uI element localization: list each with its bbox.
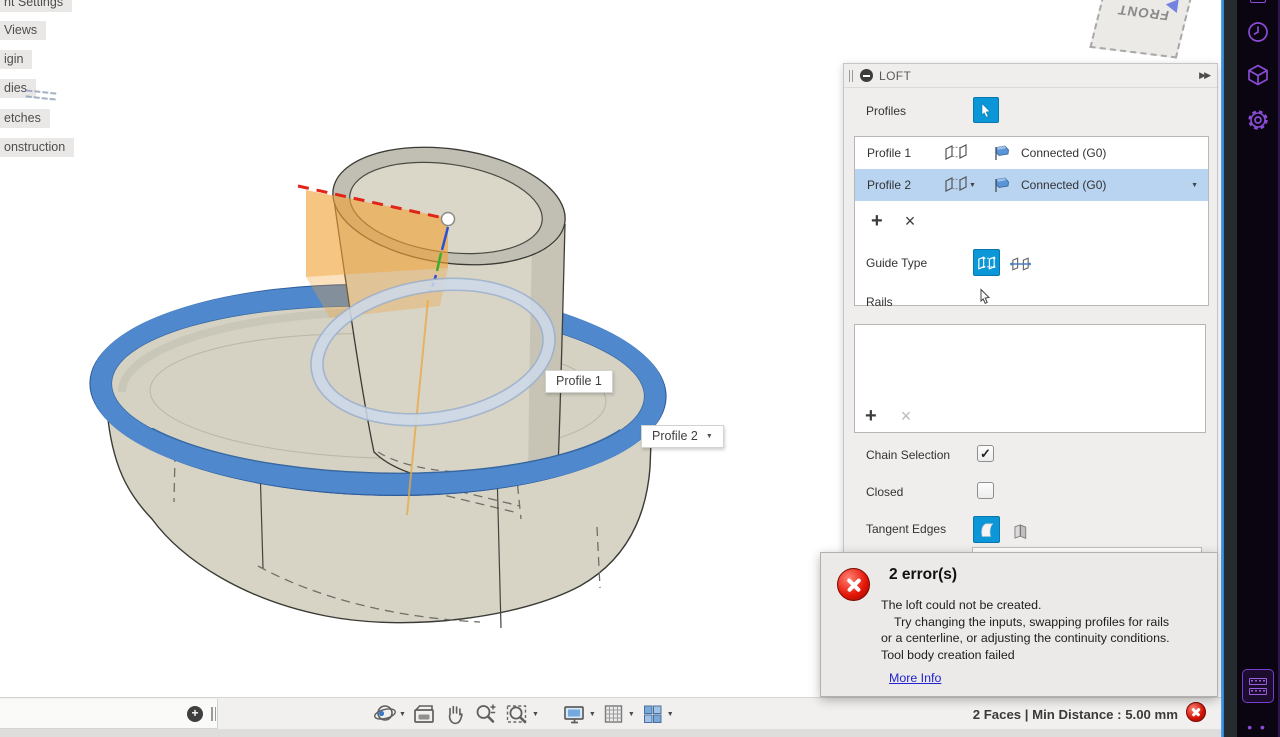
check-icon: ✓ xyxy=(980,445,991,461)
clock-icon[interactable] xyxy=(1246,20,1270,44)
gear-icon[interactable] xyxy=(1245,107,1271,133)
chevron-down-icon[interactable]: ▼ xyxy=(1191,182,1198,189)
side-panel: • • • xyxy=(1237,0,1280,737)
timeline-grip-icon[interactable] xyxy=(211,707,216,721)
viewports-icon xyxy=(643,705,662,723)
tree-item-origin[interactable]: igin xyxy=(0,50,33,69)
viewport[interactable]: nt Settings Views igin dies etches onstr… xyxy=(0,0,1222,737)
profile1-continuity[interactable]: Connected (G0) xyxy=(1021,146,1106,160)
chevron-down-icon[interactable]: ▼ xyxy=(969,182,993,189)
terminal-icon[interactable] xyxy=(1241,669,1274,703)
cropped-panel-icon[interactable] xyxy=(1249,0,1266,3)
profile1-row[interactable]: Profile 1 ▼ Connected (G0) ▼ xyxy=(855,137,1208,169)
chevron-down-icon[interactable]: ▼ xyxy=(628,711,635,718)
continuity-flag-icon xyxy=(995,145,1009,160)
tangent-edges-unmerged-button[interactable] xyxy=(1008,519,1033,543)
error-title: 2 error(s) xyxy=(889,566,958,583)
remove-profile-button[interactable]: × xyxy=(905,212,916,230)
grid-icon xyxy=(604,705,623,723)
bottom-bar: + ▼ ▼ ▼ ▼ ▼ 2 Faces | Min Distance: 5.0… xyxy=(0,697,1222,737)
error-icon xyxy=(837,568,870,601)
viewports-button[interactable]: ▼ xyxy=(640,701,674,727)
error-popup: 2 error(s) The loft could not be created… xyxy=(820,552,1218,697)
loft-section-icon xyxy=(945,176,967,192)
profile1-tag[interactable]: Profile 1 xyxy=(545,370,613,393)
display-settings-button[interactable]: ▼ xyxy=(561,701,596,727)
rails-list[interactable]: + × xyxy=(854,324,1206,433)
pan-button[interactable] xyxy=(442,701,468,727)
bottom-edge-strip xyxy=(0,729,1222,737)
remove-rail-button[interactable]: × xyxy=(901,407,912,425)
profile1-row-label: Profile 1 xyxy=(867,146,912,160)
loft-section-icon xyxy=(945,144,967,160)
rails-guide-icon xyxy=(978,256,996,270)
drag-grip-icon[interactable] xyxy=(849,69,853,82)
look-at-icon xyxy=(414,705,434,723)
zoom-window-button[interactable]: ▼ xyxy=(504,701,539,727)
navigation-toolbar: ▼ ▼ ▼ ▼ ▼ xyxy=(372,700,674,728)
guide-type-label: Guide Type xyxy=(866,256,928,270)
rails-label: Rails xyxy=(866,295,893,309)
profile2-row[interactable]: Profile 2 ▼ Connected (G0) ▼ xyxy=(855,169,1208,201)
error-badge-icon[interactable] xyxy=(1186,702,1206,722)
zoom-button[interactable] xyxy=(473,701,499,727)
origin-point[interactable] xyxy=(440,211,456,227)
chain-selection-label: Chain Selection xyxy=(866,448,951,462)
timeline[interactable]: + xyxy=(0,699,218,729)
selection-status: 2 Faces | Min Distance : 5.00 mm xyxy=(972,707,1178,722)
tree-item-sketches[interactable]: etches xyxy=(0,109,50,128)
look-at-button[interactable] xyxy=(411,701,437,727)
chevron-down-icon[interactable]: ▼ xyxy=(706,433,713,440)
zoom-icon xyxy=(476,704,496,723)
collapse-icon[interactable] xyxy=(860,69,873,82)
closed-label: Closed xyxy=(866,485,904,499)
continuity-flag-icon xyxy=(995,177,1009,192)
tree-item-document-settings[interactable]: nt Settings xyxy=(0,0,73,12)
guide-type-rails-button[interactable] xyxy=(973,249,1000,276)
profiles-select-button[interactable] xyxy=(973,97,999,123)
cursor-icon xyxy=(981,102,991,118)
grid-settings-button[interactable]: ▼ xyxy=(601,701,635,727)
tree-item-named-views[interactable]: Views xyxy=(0,21,47,40)
more-options-icon[interactable]: • • • xyxy=(1247,719,1268,737)
curved-sheet-icon xyxy=(981,523,994,537)
zoom-window-icon xyxy=(506,705,527,724)
add-profile-button[interactable]: + xyxy=(871,211,883,231)
more-info-link[interactable]: More Info xyxy=(889,671,941,685)
profiles-table: Profile 1 ▼ Connected (G0) ▼ xyxy=(854,136,1209,306)
tangent-edges-label: Tangent Edges xyxy=(866,522,947,536)
folded-sheet-icon xyxy=(1014,523,1026,539)
chevron-down-icon[interactable]: ▼ xyxy=(532,711,539,718)
application-window: nt Settings Views igin dies etches onstr… xyxy=(0,0,1280,737)
profile2-tag-label: Profile 2 xyxy=(652,429,698,443)
profile2-tag[interactable]: Profile 2 ▼ xyxy=(641,425,724,448)
orbit-button[interactable]: ▼ xyxy=(372,701,406,727)
profile1-tag-label: Profile 1 xyxy=(556,374,602,388)
loft-dialog-header[interactable]: LOFT ▶▶ xyxy=(844,64,1217,88)
profiles-label: Profiles xyxy=(866,104,907,118)
chevron-down-icon[interactable]: ▼ xyxy=(589,711,596,718)
cube-icon[interactable] xyxy=(1246,63,1270,87)
tangent-edges-merged-button[interactable] xyxy=(973,516,1000,543)
chevron-down-icon[interactable]: ▼ xyxy=(667,711,674,718)
orbit-icon xyxy=(374,705,396,721)
error-message: The loft could not be created. Try chang… xyxy=(881,598,1170,662)
detach-chevrons-icon[interactable]: ▶▶ xyxy=(1199,70,1211,81)
closed-checkbox[interactable] xyxy=(977,482,994,499)
display-settings-icon xyxy=(564,706,584,724)
timeline-add-icon[interactable]: + xyxy=(187,706,203,722)
add-rail-button[interactable]: + xyxy=(865,406,877,426)
dialog-title: LOFT xyxy=(879,68,912,83)
chain-selection-checkbox[interactable]: ✓ xyxy=(977,445,994,462)
chevron-down-icon[interactable]: ▼ xyxy=(399,711,406,718)
pan-hand-icon xyxy=(448,705,463,725)
centerline-guide-icon xyxy=(1010,256,1031,271)
profile2-row-label: Profile 2 xyxy=(867,178,912,192)
guide-type-centerline-button[interactable] xyxy=(1008,251,1033,275)
edge-strip xyxy=(1224,0,1237,737)
rails-select-cursor-icon[interactable] xyxy=(977,288,993,306)
profile2-continuity[interactable]: Connected (G0) xyxy=(1021,178,1106,192)
loft-dialog: LOFT ▶▶ Profiles Profile 1 ▼ xyxy=(843,63,1218,556)
tree-item-construction[interactable]: onstruction xyxy=(0,138,75,157)
